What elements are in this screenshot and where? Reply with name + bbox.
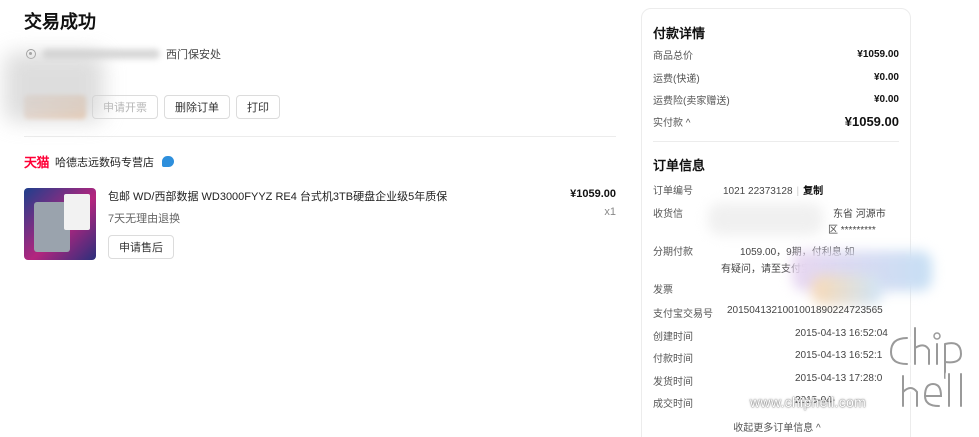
- paid-value: 2015-04-13 16:52:1: [795, 350, 883, 361]
- product-image[interactable]: [24, 188, 96, 260]
- product-quantity: x1: [604, 206, 616, 218]
- chiphell-logo: [887, 324, 965, 410]
- redacted-receiver: [708, 203, 823, 235]
- print-button[interactable]: 打印: [236, 95, 280, 119]
- chat-icon[interactable]: [162, 156, 175, 167]
- redaction-smear: [4, 52, 104, 122]
- installment-row: 分期付款 1059.00，9期，付利息 如: [653, 243, 855, 258]
- product-name[interactable]: 包邮 WD/西部数据 WD3000FYYZ RE4 台式机3TB硬盘企业级5年质…: [108, 188, 447, 204]
- payment-row-subtotal: 商品总价 ¥1059.00: [653, 49, 899, 62]
- panel-divider: [653, 141, 899, 142]
- total-value: ¥1059.00: [844, 114, 899, 129]
- total-label[interactable]: 实付款 ^: [653, 114, 690, 129]
- watermark-site: www.chiphell.com: [750, 394, 867, 410]
- divider: [24, 136, 616, 137]
- tmall-logo: 天猫: [24, 155, 50, 170]
- collapse-order-info-link[interactable]: 收起更多订单信息 ^: [642, 419, 912, 434]
- invoice-row: 发票: [653, 285, 673, 296]
- receiver-row: 收货信 东省 河源市: [653, 205, 886, 220]
- copy-button[interactable]: 复制: [803, 186, 823, 197]
- product-tag: [64, 194, 90, 230]
- after-sale-button[interactable]: 申请售后: [108, 235, 174, 259]
- delete-order-button[interactable]: 删除订单: [164, 95, 230, 119]
- payment-details-title: 付款详情: [653, 26, 706, 41]
- product-item: 包邮 WD/西部数据 WD3000FYYZ RE4 台式机3TB硬盘企业级5年质…: [24, 186, 616, 266]
- redacted-invoice: [812, 275, 882, 305]
- store-header: 天猫 哈德志远数码专营店: [24, 152, 175, 171]
- address-text: 西门保安处: [166, 49, 221, 61]
- alipay-row: 支付宝交易号 2015041321001001890224723565: [653, 305, 883, 320]
- order-number-row: 订单编号 1021 22373128 | 复制: [653, 186, 824, 197]
- product-price: ¥1059.00: [570, 188, 616, 200]
- order-info-title: 订单信息: [653, 158, 706, 173]
- alipay-value: 2015041321001001890224723565: [727, 305, 883, 316]
- paid-row: 付款时间 2015-04-13 16:52:1: [653, 350, 883, 365]
- page-title: 交易成功: [24, 12, 96, 32]
- shipped-value: 2015-04-13 17:28:0: [795, 373, 883, 384]
- created-value: 2015-04-13 16:52:04: [795, 328, 888, 339]
- done-row: 成交时间 2015-04-: [653, 395, 836, 410]
- receiver-value-line1: 东省 河源市: [833, 209, 886, 220]
- created-row: 创建时间 2015-04-13 16:52:04: [653, 328, 888, 343]
- payment-row-shipping: 运费(快递) ¥0.00: [653, 72, 899, 85]
- shipped-row: 发货时间 2015-04-13 17:28:0: [653, 373, 883, 388]
- payment-row-insurance: 运费险(卖家赠送) ¥0.00: [653, 94, 899, 107]
- return-policy: 7天无理由退换: [108, 213, 181, 225]
- receiver-value-line2: 区 *********: [828, 225, 876, 236]
- order-side-panel: 付款详情 商品总价 ¥1059.00 运费(快递) ¥0.00 运费险(卖家赠送…: [641, 8, 932, 437]
- payment-row-total[interactable]: 实付款 ^ ¥1059.00: [653, 114, 899, 129]
- order-number-value: 1021 22373128: [723, 186, 793, 197]
- store-name[interactable]: 哈德志远数码专营店: [55, 154, 154, 170]
